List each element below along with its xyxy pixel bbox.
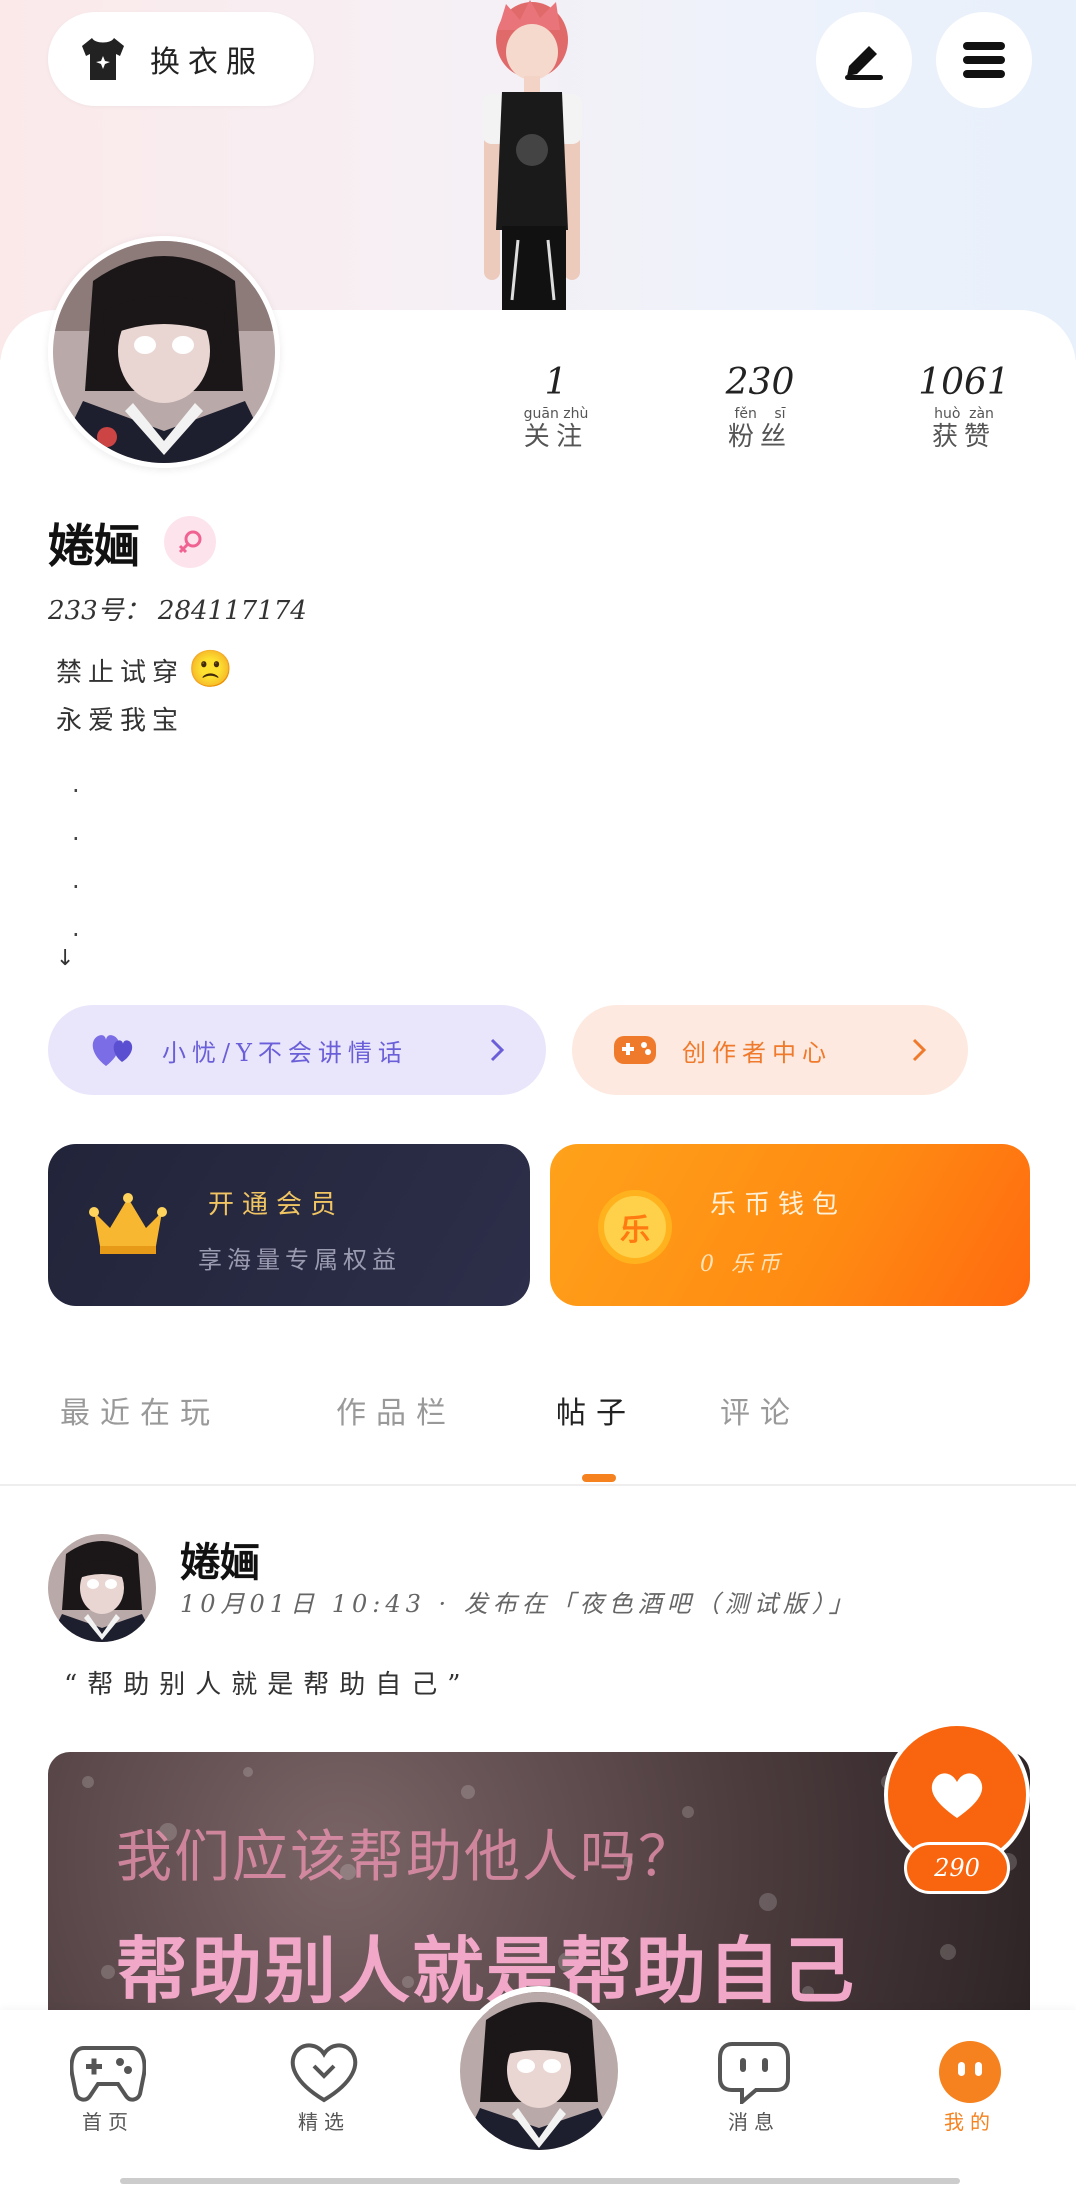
post-image-text-1: 我们应该帮助他人吗？ <box>116 1825 696 1890</box>
tab-recently-played[interactable]: 最近在玩 <box>60 1388 220 1432</box>
bottom-navigation: 首页 精选 消息 我的 <box>0 1986 1076 2188</box>
bio: 禁止试穿 🙁 永爱我宝 <box>56 646 239 745</box>
following-label: 关注 <box>523 422 589 452</box>
avatar-character-figure[interactable] <box>440 0 620 310</box>
following-stat[interactable]: 1 关注guān zhù <box>496 362 616 453</box>
chevron-right-icon <box>490 1038 505 1062</box>
active-tab-indicator <box>582 1474 616 1482</box>
bio-line-2: 永爱我宝 <box>56 706 185 736</box>
heart-badge-icon <box>290 2043 358 2103</box>
tab-works[interactable]: 作品栏 <box>336 1388 456 1432</box>
nav-messages[interactable]: 消息 <box>694 2040 814 2135</box>
change-outfit-button[interactable]: 换衣服 <box>48 12 314 106</box>
chevron-right-icon <box>912 1038 927 1062</box>
shirt-icon <box>82 38 124 80</box>
bio-line-1: 禁止试穿 <box>56 658 185 688</box>
vip-title: 开通会员 <box>208 1190 345 1220</box>
user-id[interactable]: 233号： 284117174 <box>48 590 307 627</box>
likes-label: 获赞 <box>931 422 996 452</box>
following-count: 1 <box>544 362 568 403</box>
user-id-label: 233号： <box>48 596 150 626</box>
fans-stat[interactable]: 230 粉丝fěn sī <box>700 362 820 453</box>
bio-dot: . <box>72 914 80 942</box>
bio-dots: . . . . <box>72 760 80 952</box>
home-indicator <box>120 2178 960 2184</box>
nav-me[interactable]: 我的 <box>910 2040 1030 2135</box>
couple-link-label: 小忧/Y不会讲情话 <box>162 1038 408 1067</box>
hearts-icon <box>92 1035 133 1066</box>
creator-center-label: 创作者中心 <box>682 1038 832 1067</box>
edit-profile-button[interactable] <box>816 12 912 108</box>
pen-icon <box>845 46 883 80</box>
fans-count: 230 <box>725 362 795 403</box>
gamepad-icon <box>614 1036 656 1064</box>
likes-stat[interactable]: 1061 获赞huò zàn <box>904 362 1024 453</box>
menu-button[interactable] <box>936 12 1032 108</box>
likes-count: 1061 <box>918 362 1010 403</box>
wallet-balance: 0 乐币 <box>700 1252 785 1277</box>
like-count: 290 <box>904 1842 1010 1894</box>
creator-center-pill[interactable]: 创作者中心 <box>572 1005 968 1095</box>
nav-featured-label: 精选 <box>298 2110 350 2134</box>
post-image-text-2: 帮助别人就是帮助自己 <box>116 1929 857 2012</box>
bio-dot: . <box>72 770 80 798</box>
profile-tabs: 最近在玩 作品栏 帖子 评论 <box>0 1388 1076 1484</box>
coin-wallet-card[interactable]: 乐 乐币钱包 0 乐币 <box>550 1144 1030 1306</box>
nav-messages-label: 消息 <box>728 2110 780 2134</box>
crown-icon <box>89 1193 167 1254</box>
post-image[interactable]: 我们应该帮助他人吗？ 帮助别人就是帮助自己 <box>48 1752 1030 2012</box>
nav-home[interactable]: 首页 <box>48 2040 168 2135</box>
post-author-name[interactable]: 婘婳 <box>180 1530 260 1588</box>
nav-me-label: 我的 <box>944 2110 996 2134</box>
gamepad-icon <box>70 2046 146 2102</box>
coin-glyph: 乐 <box>620 1213 650 1248</box>
bio-dot: . <box>72 866 80 894</box>
change-outfit-label: 换衣服 <box>150 45 264 80</box>
heart-icon <box>931 1773 983 1818</box>
coin-icon: 乐 <box>598 1190 672 1264</box>
post-text[interactable]: “帮助别人就是帮助自己” <box>64 1664 471 1701</box>
nav-home-label: 首页 <box>82 2110 134 2134</box>
nav-center-avatar[interactable] <box>454 1986 624 2156</box>
user-id-value: 284117174 <box>157 596 307 626</box>
couple-link-pill[interactable]: 小忧/Y不会讲情话 <box>48 1005 546 1095</box>
profile-face-icon <box>939 2041 1001 2103</box>
bio-dot: . <box>72 818 80 846</box>
wallet-title: 乐币钱包 <box>710 1190 847 1220</box>
username: 婘婳 <box>48 519 140 573</box>
profile-avatar[interactable] <box>48 236 280 468</box>
fans-label: 粉丝 <box>727 422 792 452</box>
expand-arrow-icon[interactable]: ↓ <box>56 946 74 971</box>
female-gender-icon <box>164 516 216 568</box>
vip-subtitle: 享海量专属权益 <box>198 1246 401 1274</box>
frown-emoji: 🙁 <box>188 649 239 690</box>
nav-featured[interactable]: 精选 <box>264 2040 384 2135</box>
chat-robot-icon <box>718 2042 790 2104</box>
post-author-avatar[interactable] <box>48 1534 156 1642</box>
tab-comments[interactable]: 评论 <box>720 1388 800 1432</box>
tabs-divider <box>0 1484 1076 1486</box>
vip-membership-card[interactable]: 开通会员 享海量专属权益 <box>48 1144 530 1306</box>
hamburger-menu-icon <box>963 42 1005 78</box>
post-meta: 10月01日 10:43 · 发布在「夜色酒吧（测试版）」 <box>180 1590 858 1618</box>
tab-posts[interactable]: 帖子 <box>556 1388 636 1432</box>
